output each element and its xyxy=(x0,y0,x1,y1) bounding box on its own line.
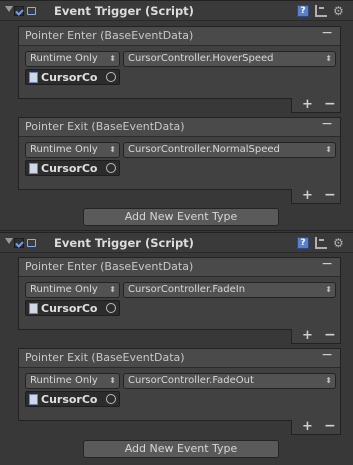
function-dropdown[interactable]: CursorController.NormalSpeed ⬍ xyxy=(123,142,336,158)
list-controls: + − xyxy=(291,187,341,204)
list-controls: + − xyxy=(291,96,341,113)
remove-listener-button[interactable]: − xyxy=(324,96,336,112)
object-field[interactable]: CursorCo xyxy=(25,160,120,176)
function-value: CursorController.FadeOut xyxy=(128,375,254,386)
add-listener-button[interactable]: + xyxy=(302,419,313,434)
foldout-arrow-icon[interactable] xyxy=(5,238,13,244)
csharp-script-icon xyxy=(29,303,38,314)
event-header: Pointer Exit (BaseEventData) xyxy=(25,351,185,364)
csharp-script-icon xyxy=(29,72,38,83)
add-listener-button[interactable]: + xyxy=(302,188,313,203)
remove-listener-button[interactable]: − xyxy=(324,418,336,434)
event-header: Pointer Enter (BaseEventData) xyxy=(25,29,194,42)
event-entry: Pointer Enter (BaseEventData) − Runtime … xyxy=(18,256,341,344)
object-name: CursorCo xyxy=(41,302,98,315)
event-entry: Pointer Enter (BaseEventData) − Runtime … xyxy=(18,25,341,113)
gear-icon[interactable]: ⚙ xyxy=(333,237,345,249)
object-name: CursorCo xyxy=(41,162,98,175)
add-listener-button[interactable]: + xyxy=(302,328,313,343)
runtime-dropdown[interactable]: Runtime Only ⬍ xyxy=(25,282,120,298)
list-controls: + − xyxy=(291,418,341,435)
runtime-value: Runtime Only xyxy=(30,284,98,295)
runtime-value: Runtime Only xyxy=(30,375,98,386)
help-icon[interactable]: ? xyxy=(297,237,309,249)
object-field[interactable]: CursorCo xyxy=(25,391,120,407)
function-value: CursorController.HoverSpeed xyxy=(128,53,274,64)
help-icon[interactable]: ? xyxy=(297,5,309,17)
runtime-dropdown[interactable]: Runtime Only ⬍ xyxy=(25,51,120,67)
object-picker-icon[interactable] xyxy=(106,394,116,404)
component-divider xyxy=(0,230,353,231)
component-header[interactable]: Event Trigger (Script) ? ⚙ xyxy=(0,0,353,21)
event-header: Pointer Enter (BaseEventData) xyxy=(25,260,194,273)
function-value: CursorController.NormalSpeed xyxy=(128,144,280,155)
preset-icon[interactable] xyxy=(315,5,327,17)
object-picker-icon[interactable] xyxy=(106,163,116,173)
add-new-event-type-button[interactable]: Add New Event Type xyxy=(83,440,279,458)
object-field[interactable]: CursorCo xyxy=(25,69,120,85)
function-dropdown[interactable]: CursorController.FadeOut ⬍ xyxy=(123,373,336,389)
function-dropdown[interactable]: CursorController.FadeIn ⬍ xyxy=(123,282,336,298)
script-icon xyxy=(27,7,36,15)
add-listener-button[interactable]: + xyxy=(302,97,313,112)
foldout-arrow-icon[interactable] xyxy=(5,6,13,12)
csharp-script-icon xyxy=(29,394,38,405)
component-title: Event Trigger (Script) xyxy=(54,4,194,18)
function-dropdown[interactable]: CursorController.HoverSpeed ⬍ xyxy=(123,51,336,67)
checkbox-icon[interactable] xyxy=(14,6,24,16)
object-picker-icon[interactable] xyxy=(106,72,116,82)
component-title: Event Trigger (Script) xyxy=(54,236,194,250)
object-name: CursorCo xyxy=(41,393,98,406)
runtime-dropdown[interactable]: Runtime Only ⬍ xyxy=(25,142,120,158)
script-icon xyxy=(27,239,36,247)
add-new-event-type-button[interactable]: Add New Event Type xyxy=(83,208,279,226)
runtime-dropdown[interactable]: Runtime Only ⬍ xyxy=(25,373,120,389)
object-name: CursorCo xyxy=(41,71,98,84)
object-field[interactable]: CursorCo xyxy=(25,300,120,316)
remove-event-button[interactable]: − xyxy=(321,347,333,363)
event-entry: Pointer Exit (BaseEventData) − Runtime O… xyxy=(18,347,341,435)
function-value: CursorController.FadeIn xyxy=(128,284,246,295)
preset-icon[interactable] xyxy=(315,237,327,249)
checkbox-icon[interactable] xyxy=(14,238,24,248)
remove-listener-button[interactable]: − xyxy=(324,187,336,203)
object-picker-icon[interactable] xyxy=(106,303,116,313)
runtime-value: Runtime Only xyxy=(30,144,98,155)
component-header[interactable]: Event Trigger (Script) ? ⚙ xyxy=(0,232,353,253)
remove-event-button[interactable]: − xyxy=(321,25,333,41)
runtime-value: Runtime Only xyxy=(30,53,98,64)
remove-listener-button[interactable]: − xyxy=(324,327,336,343)
gear-icon[interactable]: ⚙ xyxy=(333,5,345,17)
remove-event-button[interactable]: − xyxy=(321,256,333,272)
list-controls: + − xyxy=(291,327,341,344)
remove-event-button[interactable]: − xyxy=(321,116,333,132)
event-entry: Pointer Exit (BaseEventData) − Runtime O… xyxy=(18,116,341,204)
csharp-script-icon xyxy=(29,163,38,174)
event-header: Pointer Exit (BaseEventData) xyxy=(25,120,185,133)
